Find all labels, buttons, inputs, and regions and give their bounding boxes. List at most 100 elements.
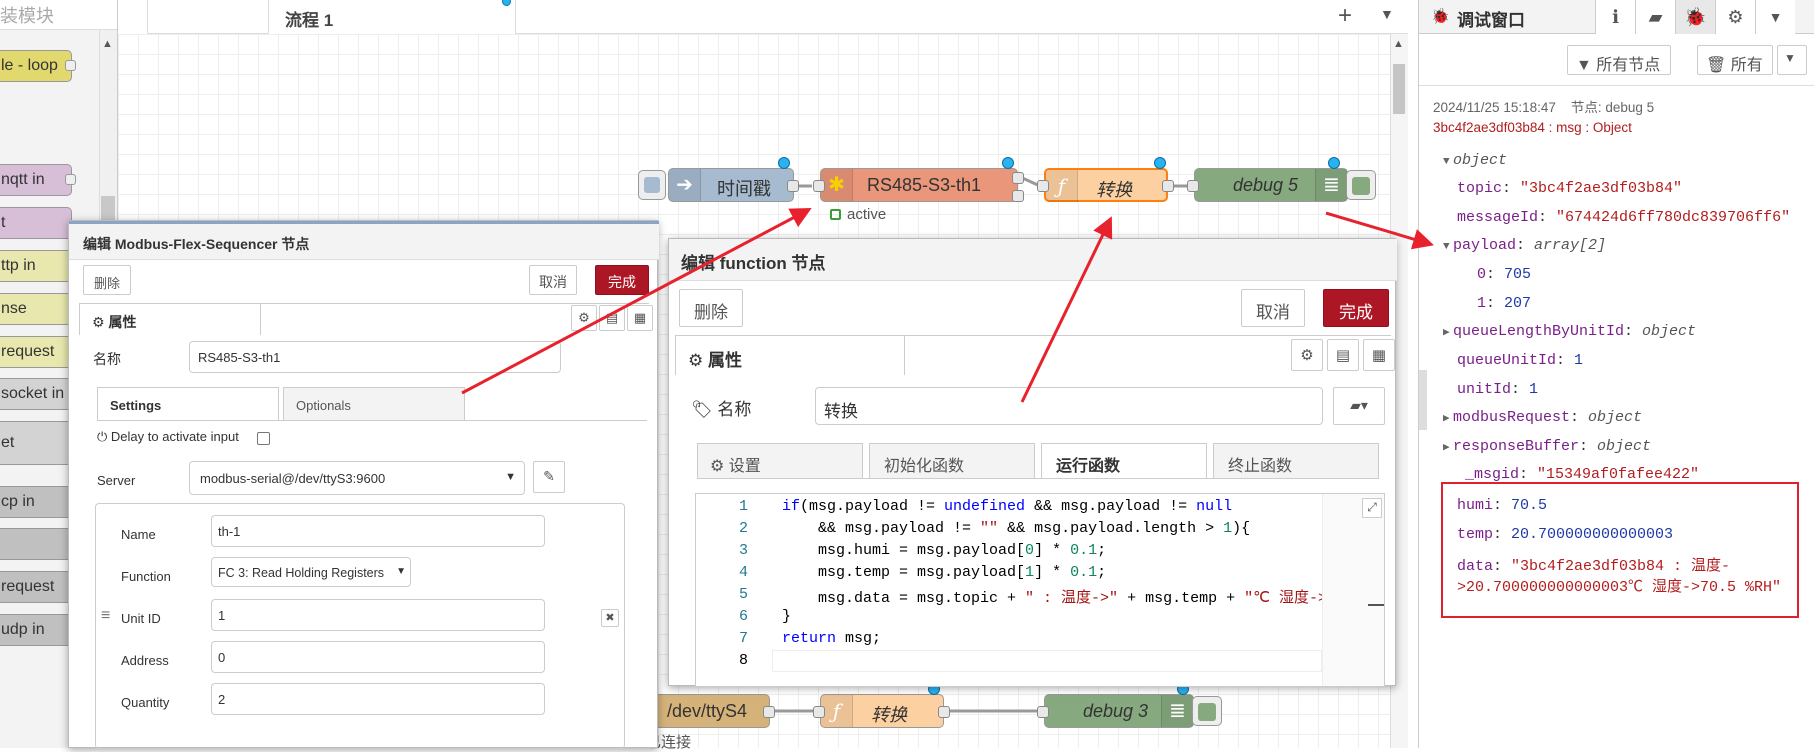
done-button[interactable]: 完成	[595, 265, 649, 295]
code-editor[interactable]: 1 2 3 4 5 6 7 8 if(msg.payload != undefi…	[695, 493, 1385, 687]
book-icon[interactable]: ▰▾	[1333, 387, 1385, 425]
seq-unitid-input[interactable]: 1	[211, 599, 545, 631]
remove-icon[interactable]: ✖	[601, 609, 619, 627]
debug-toggle-button[interactable]	[1346, 170, 1376, 200]
sidebar-header: 🐞 调试窗口 ℹ ▰ 🐞 ⚙ ▼	[1419, 0, 1814, 34]
function-node-convert[interactable]: ƒ 转换	[1044, 168, 1168, 202]
function-icon: ƒ	[821, 695, 853, 727]
input-port[interactable]	[1037, 706, 1049, 718]
inject-node[interactable]: ➔ 时间戳	[668, 168, 794, 202]
seq-address-input[interactable]: 0	[211, 641, 545, 673]
gear-icon: ⚙	[710, 458, 725, 475]
debug-node-label: debug 5	[1233, 175, 1299, 195]
name-label: 🏷 名称	[691, 400, 752, 419]
gear-icon[interactable]: ⚙	[1291, 339, 1323, 371]
function-node-convert-2[interactable]: ƒ 转换	[820, 694, 944, 728]
tab-properties[interactable]: ⚙ 属性	[79, 303, 261, 335]
tree-row-messageid: messageId: "674424d6ff780dc839706ff6"	[1457, 209, 1791, 226]
tree-row-responsebuffer[interactable]: ▶ responseBuffer: object	[1443, 438, 1651, 455]
info-icon[interactable]: ℹ	[1595, 0, 1635, 34]
seq-address-label: Address	[121, 653, 169, 668]
gear-icon[interactable]: ⚙	[571, 305, 597, 331]
tab-setup[interactable]: ⚙ 设置	[697, 443, 863, 479]
sidebar-resize-handle[interactable]	[1419, 370, 1427, 430]
tree-row-payload-1: 1: 207	[1477, 295, 1532, 312]
document-icon[interactable]: ▤	[1327, 339, 1359, 371]
tree-row-msgid: _msgid: "15349af0fafee422"	[1465, 466, 1700, 483]
chevron-down-icon: ▼	[505, 471, 516, 483]
output-port[interactable]	[1012, 190, 1024, 202]
dialog-title: 编辑 function 节点	[669, 239, 1397, 281]
output-port[interactable]	[787, 180, 799, 192]
debug-toggle-button[interactable]	[1192, 696, 1222, 726]
caret-down-icon: ▼	[1443, 156, 1450, 168]
tree-row-data: data: "3bc4f2ae3df03b84 : 温度-	[1457, 558, 1731, 575]
code-line: }	[782, 608, 792, 625]
tree-row-queuelength[interactable]: ▶ queueLengthByUnitId: object	[1443, 323, 1696, 340]
input-port[interactable]	[1037, 180, 1049, 192]
tab-properties[interactable]: ⚙ 属性	[675, 335, 905, 375]
chevron-down-icon[interactable]: ▼	[1755, 0, 1795, 34]
document-icon[interactable]: ▤	[599, 305, 625, 331]
status-square-icon	[830, 209, 841, 220]
seq-quantity-input[interactable]: 2	[211, 683, 545, 715]
inject-button[interactable]	[638, 170, 666, 200]
code-line: msg.humi = msg.payload[0] * 0.1;	[782, 542, 1107, 559]
clear-messages-button[interactable]: 🗑 所有	[1697, 45, 1773, 75]
serial-node-ttyS4[interactable]: /dev/ttyS4	[650, 694, 770, 728]
cancel-button[interactable]: 取消	[1241, 289, 1305, 327]
code-line: msg.temp = msg.payload[1] * 0.1;	[782, 564, 1107, 581]
input-port[interactable]	[1187, 180, 1199, 192]
tree-row-data-continued: >20.700000000000003℃ 湿度->70.5 %RH"	[1457, 579, 1782, 596]
debug-node-5[interactable]: debug 5 ≣	[1194, 168, 1348, 202]
bug-icon[interactable]: 🐞	[1675, 0, 1715, 34]
list-icon: ≣	[1315, 169, 1347, 201]
tab-settings[interactable]: Settings	[97, 387, 279, 421]
gear-icon[interactable]: ⚙	[1715, 0, 1755, 34]
appearance-icon[interactable]: ▦	[1363, 339, 1395, 371]
debug-node-3[interactable]: debug 3 ≣	[1044, 694, 1194, 728]
seq-unitid-label: Unit ID	[121, 611, 161, 626]
output-port[interactable]	[763, 706, 775, 718]
tab-init-function[interactable]: 初始化函数	[869, 443, 1035, 479]
tree-row-payload[interactable]: ▼ payload: array[2]	[1443, 237, 1606, 254]
bug-icon: 🐞	[1431, 8, 1450, 25]
tree-root[interactable]: ▼ object	[1443, 152, 1507, 169]
appearance-icon[interactable]: ▦	[627, 305, 653, 331]
expand-icon[interactable]: ⤢	[1362, 498, 1382, 518]
edit-pencil-icon[interactable]: ✎	[533, 461, 565, 493]
cancel-button[interactable]: 取消	[529, 265, 577, 295]
output-port[interactable]	[1012, 172, 1024, 184]
output-port[interactable]	[1162, 180, 1174, 192]
filter-icon: ▼	[1576, 57, 1592, 74]
debug-sidebar: 🐞 调试窗口 ℹ ▰ 🐞 ⚙ ▼ ▼ 所有节点 🗑 所有 ▼ 2024/11/2…	[1418, 0, 1814, 748]
chevron-down-icon[interactable]: ▼	[1777, 45, 1807, 75]
name-input[interactable]: 转换	[815, 387, 1323, 425]
tree-row-modbusrequest[interactable]: ▶ modbusRequest: object	[1443, 409, 1642, 426]
caret-down-icon: ▼	[1443, 241, 1450, 253]
done-button[interactable]: 完成	[1323, 289, 1389, 327]
name-input[interactable]: RS485-S3-th1	[189, 341, 561, 373]
modbus-flex-sequencer-node[interactable]: ✱ RS485-S3-th1	[820, 168, 1018, 202]
gear-icon: ⚙	[688, 351, 704, 370]
delete-button[interactable]: 删除	[83, 265, 131, 295]
tab-run-function[interactable]: 运行函数	[1041, 443, 1207, 479]
seq-function-select[interactable]: FC 3: Read Holding Registers ▼	[211, 557, 411, 587]
book-icon[interactable]: ▰	[1635, 0, 1675, 34]
drag-handle-icon[interactable]: ≡	[101, 607, 110, 625]
arrow-right-icon: ➔	[669, 169, 701, 201]
input-port[interactable]	[813, 180, 825, 192]
function-node-label: 转换	[871, 705, 907, 725]
seq-name-input[interactable]: th-1	[211, 515, 545, 547]
tab-stop-function[interactable]: 终止函数	[1213, 443, 1379, 479]
minimap-slider[interactable]	[1368, 604, 1384, 606]
delete-button[interactable]: 删除	[679, 289, 743, 327]
filter-nodes-button[interactable]: ▼ 所有节点	[1567, 45, 1671, 75]
server-select[interactable]: modbus-serial@/dev/ttyS3:9600 ▼	[189, 461, 525, 495]
tab-optionals[interactable]: Optionals	[283, 387, 465, 421]
tree-row-payload-0: 0: 705	[1477, 266, 1532, 283]
input-port[interactable]	[813, 706, 825, 718]
output-port[interactable]	[938, 706, 950, 718]
delay-checkbox[interactable]	[257, 432, 270, 445]
line-number: 6	[738, 608, 748, 625]
